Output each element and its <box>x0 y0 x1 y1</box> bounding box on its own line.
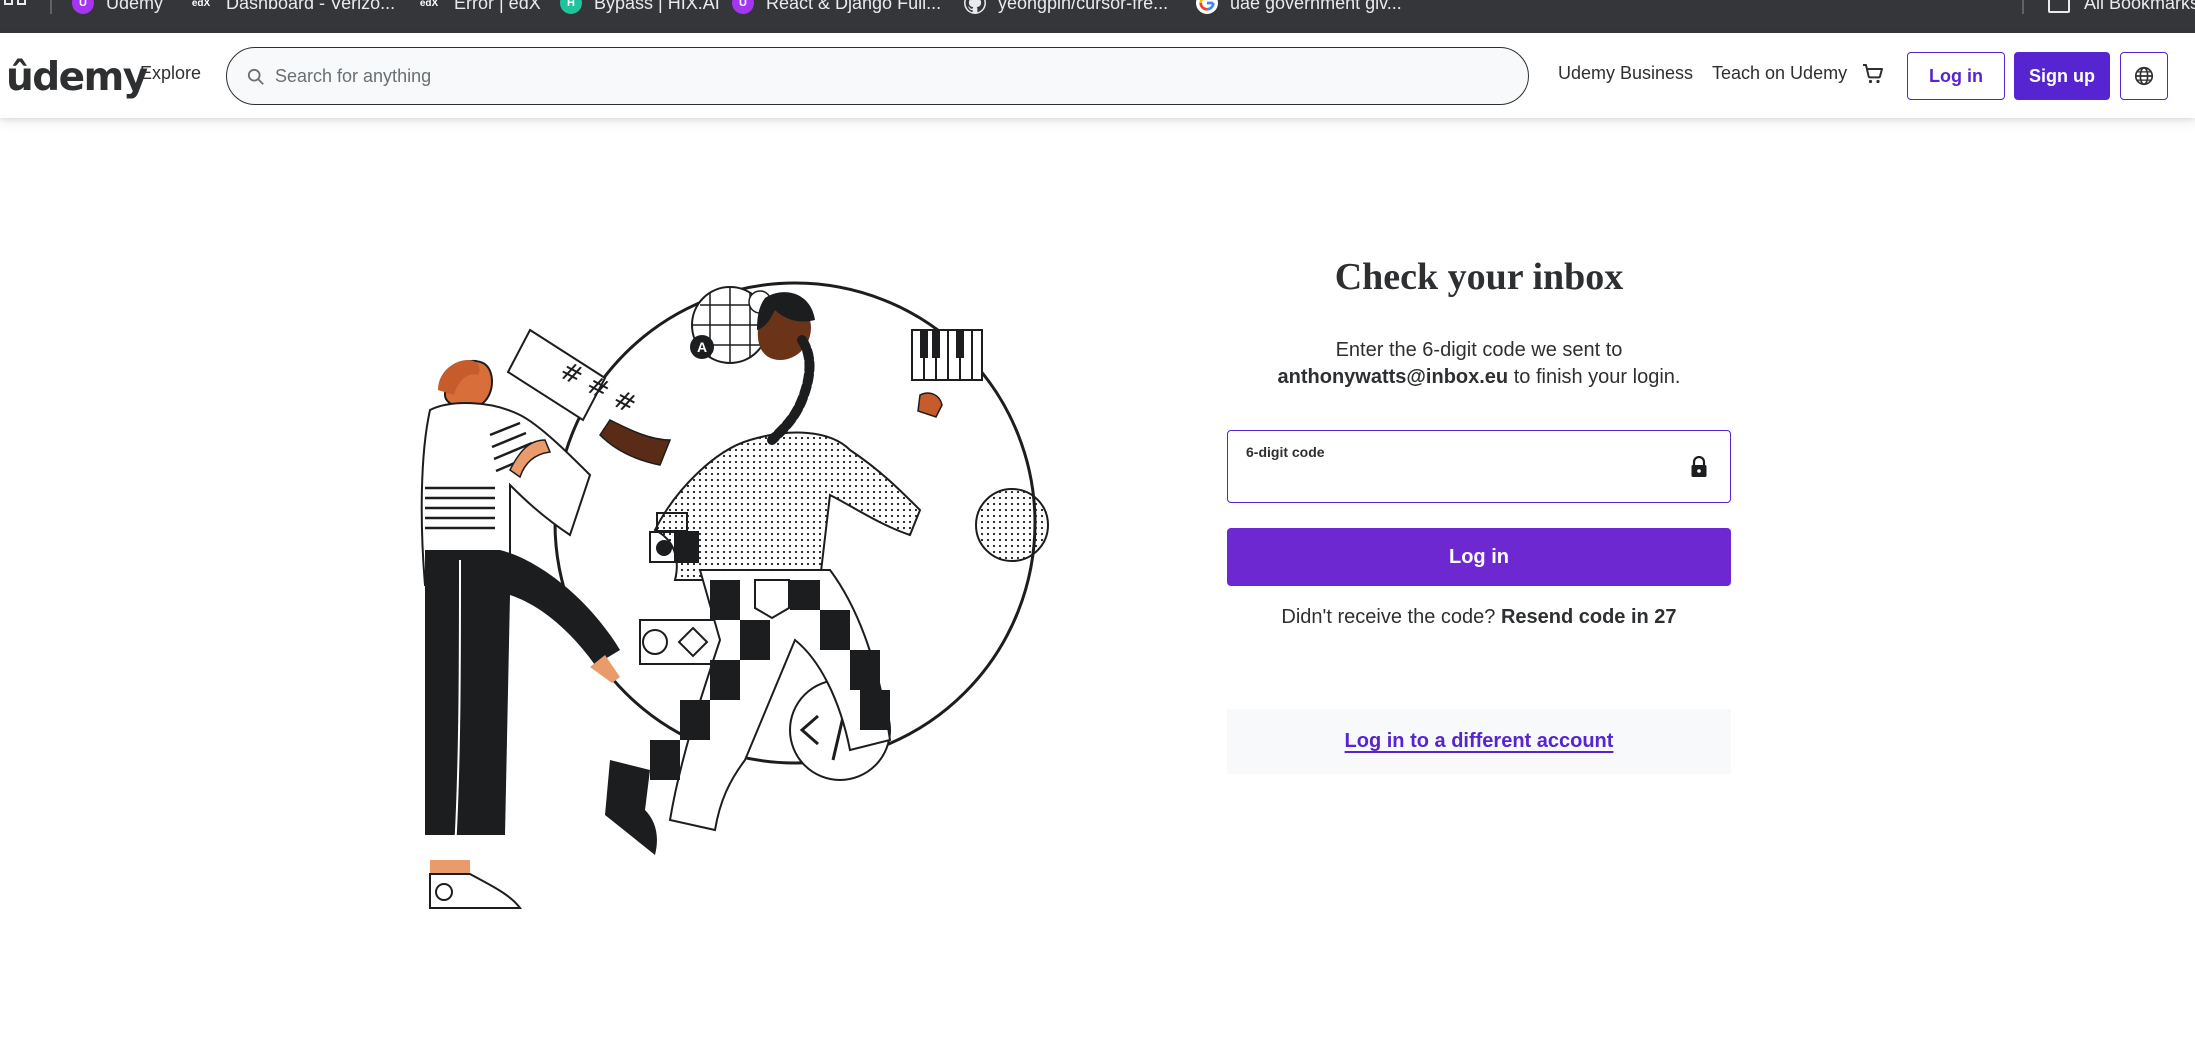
edx-favicon-icon: edX <box>188 0 214 14</box>
code-input[interactable] <box>1246 467 1686 495</box>
lock-icon <box>1691 456 1707 477</box>
login-button-header[interactable]: Log in <box>1907 52 2005 100</box>
resend-row: Didn't receive the code? Resend code in … <box>1227 606 1731 629</box>
explore-link[interactable]: Explore <box>140 63 201 84</box>
page-title: Check your inbox <box>1334 256 1624 298</box>
google-favicon-icon <box>1196 0 1218 14</box>
bookmarks-divider <box>50 0 52 14</box>
all-bookmarks-label: All Bookmarks <box>2084 0 2195 13</box>
cart-icon[interactable] <box>1861 62 1885 86</box>
language-button[interactable] <box>2120 52 2168 100</box>
search-bar[interactable] <box>226 47 1529 105</box>
hix-favicon-icon: H <box>560 0 582 14</box>
site-header: ûdemy Explore Udemy Business Teach on Ud… <box>0 33 2195 118</box>
login-submit-button[interactable]: Log in <box>1227 528 1731 586</box>
bookmark-label: Udemy <box>106 0 164 13</box>
all-bookmarks-button[interactable]: All Bookmarks <box>2048 0 2195 15</box>
bookmark-label: Bypass | HIX.AI <box>594 0 720 13</box>
bookmark-label: Error | edX <box>454 0 541 13</box>
bookmark-label: yeongpin/cursor-fre... <box>998 0 1169 13</box>
folder-icon <box>2048 0 2070 13</box>
udemy-favicon-icon: U <box>732 0 754 14</box>
bookmark-error-edx[interactable]: edX Error | edX <box>416 0 541 15</box>
bookmark-react-django[interactable]: U React & Django Full... <box>732 0 941 15</box>
github-favicon-icon <box>964 0 986 14</box>
instructions-text: Enter the 6-digit code we sent to anthon… <box>1227 337 1731 391</box>
different-account-link[interactable]: Log in to a different account <box>1345 730 1614 753</box>
resend-code-countdown[interactable]: Resend code in 27 <box>1501 606 1677 628</box>
teach-on-udemy-link[interactable]: Teach on Udemy <box>1712 63 1847 84</box>
instruction-suffix: to finish your login. <box>1513 366 1681 388</box>
udemy-business-link[interactable]: Udemy Business <box>1558 63 1693 84</box>
bookmarks-divider <box>2022 0 2024 14</box>
bookmark-hix-ai[interactable]: H Bypass | HIX.AI <box>560 0 720 15</box>
svg-text:A: A <box>697 339 707 355</box>
logo-text: ûdemy <box>6 55 148 100</box>
search-input[interactable] <box>269 48 1499 104</box>
different-account-box: Log in to a different account <box>1227 709 1731 774</box>
login-illustration: A # # # <box>420 281 1049 909</box>
globe-icon <box>2134 66 2154 86</box>
apps-grid-icon[interactable] <box>4 0 30 14</box>
instruction-prefix: Enter the 6-digit code we sent to <box>1335 339 1623 361</box>
search-icon[interactable] <box>247 68 265 86</box>
edx-favicon-icon: edX <box>416 0 442 14</box>
bookmarks-bar: U Udemy edX Dashboard - Verizo... edX Er… <box>0 0 2195 33</box>
udemy-logo[interactable]: ûdemy <box>6 53 148 100</box>
signup-button-header[interactable]: Sign up <box>2014 52 2110 100</box>
email-address: anthonywatts@inbox.eu <box>1277 366 1509 388</box>
bookmark-label: Dashboard - Verizo... <box>226 0 396 13</box>
code-field[interactable]: 6-digit code <box>1227 430 1731 503</box>
bookmark-label: React & Django Full... <box>766 0 942 13</box>
bookmark-udemy[interactable]: U Udemy <box>72 0 163 15</box>
bookmark-uae-government[interactable]: uae government giv... <box>1196 0 1402 15</box>
bookmark-dashboard-verizon[interactable]: edX Dashboard - Verizo... <box>188 0 395 15</box>
udemy-favicon-icon: U <box>72 0 94 14</box>
resend-prompt: Didn't receive the code? <box>1281 606 1496 628</box>
bookmark-label: uae government giv... <box>1230 0 1402 13</box>
bookmark-cursor-free[interactable]: yeongpin/cursor-fre... <box>964 0 1168 15</box>
code-field-label: 6-digit code <box>1246 444 1325 460</box>
